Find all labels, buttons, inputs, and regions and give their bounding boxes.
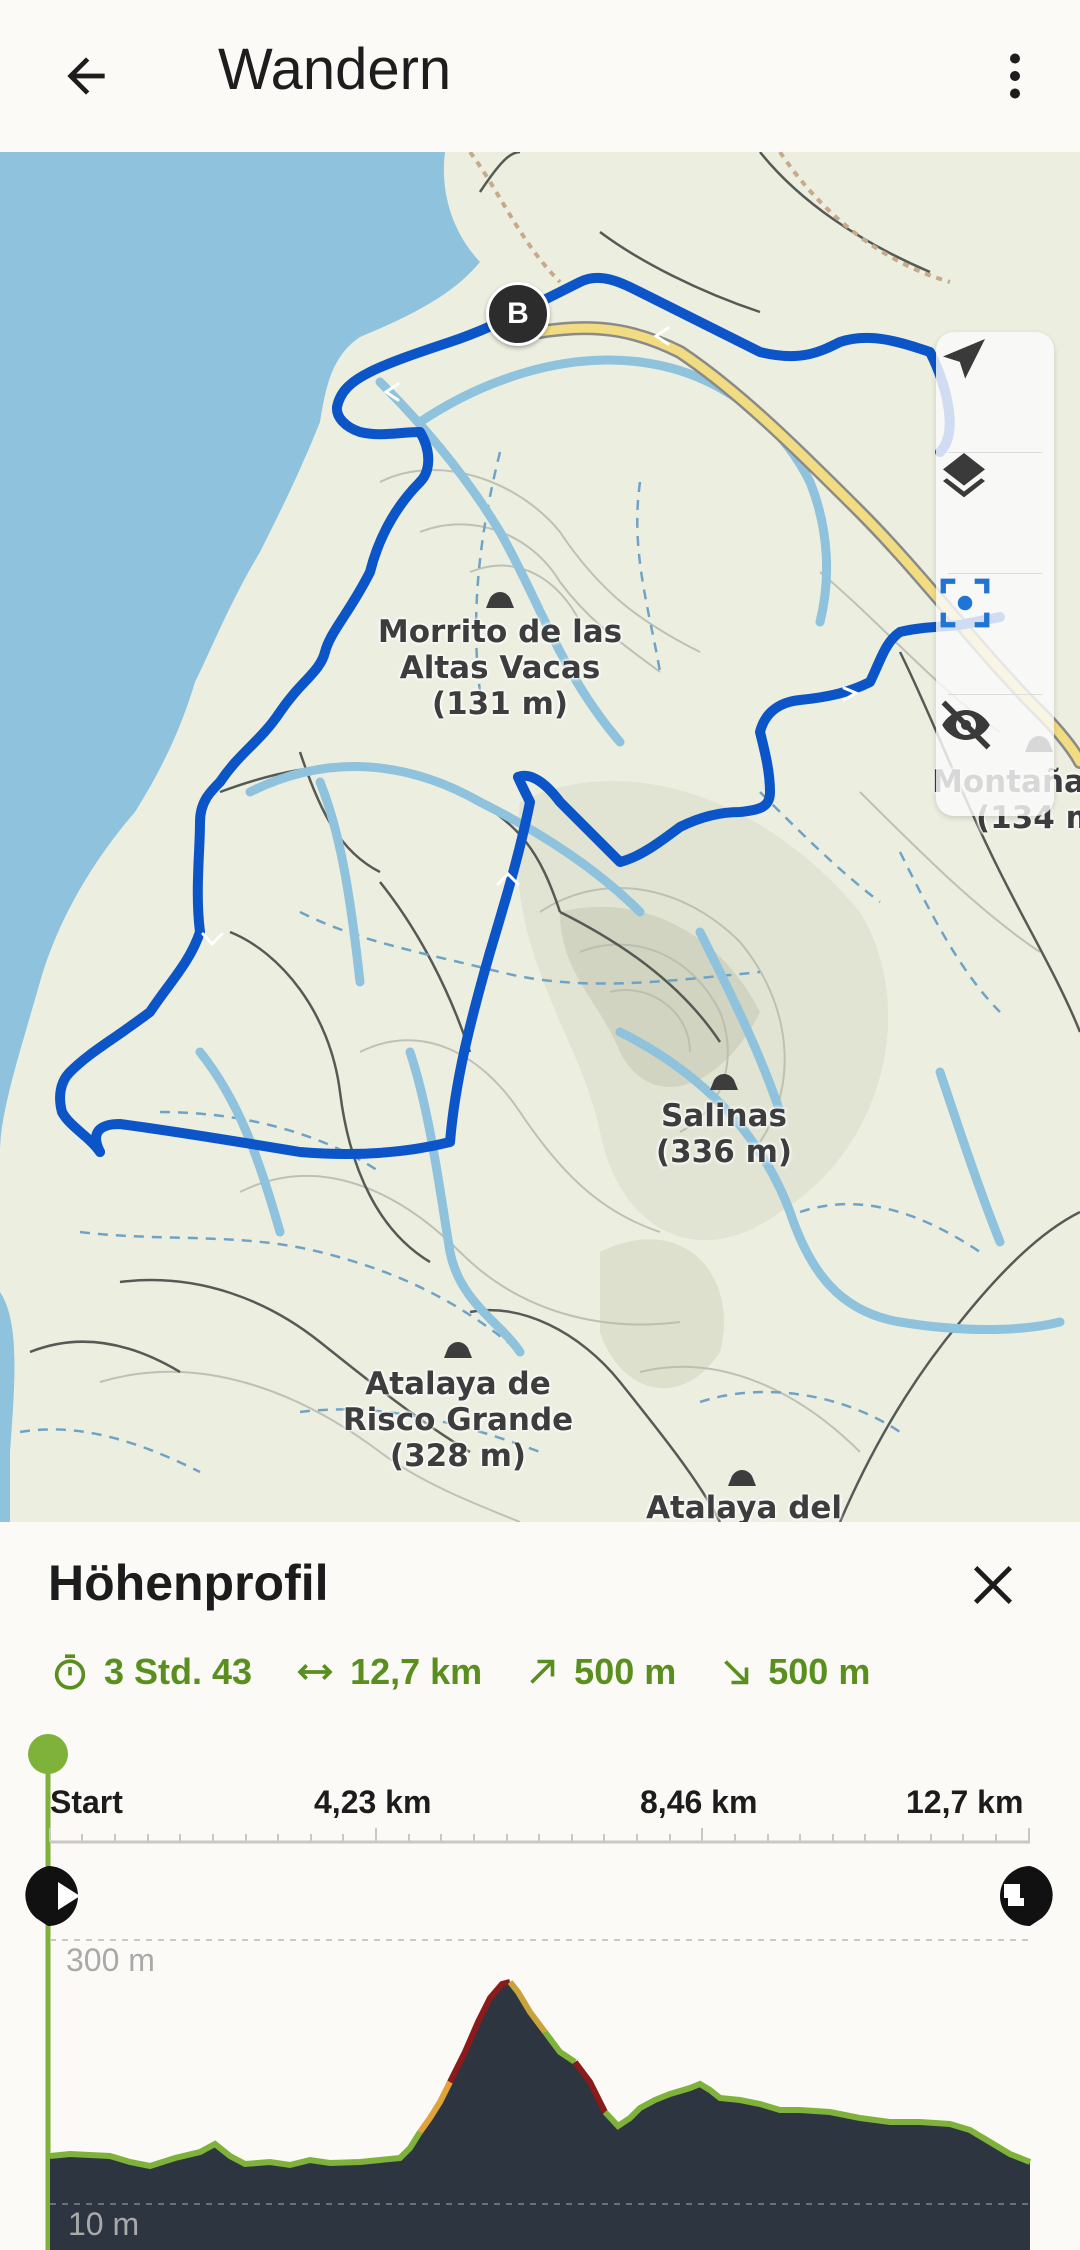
distance-label-2: 8,46 km bbox=[640, 1784, 758, 1820]
more-vert-icon bbox=[1010, 53, 1020, 99]
elevation-max-label: 300 m bbox=[66, 1942, 155, 1978]
waypoint-marker-label: B bbox=[507, 297, 529, 330]
map-controls bbox=[936, 332, 1054, 816]
map-view[interactable]: B Morrito de las Altas Vacas (131 m) Mon… bbox=[0, 152, 1080, 1522]
distance-label-end: 12,7 km bbox=[906, 1784, 1024, 1820]
finish-flag-icon bbox=[1000, 1866, 1053, 1926]
start-flag-icon bbox=[25, 1866, 80, 1926]
navigate-button[interactable] bbox=[936, 332, 1054, 453]
elevation-profile-panel: Höhenprofil 3 Std. 43 12,7 km 500 m 500 … bbox=[0, 1522, 1080, 2250]
waypoint-marker-b[interactable]: B bbox=[486, 282, 550, 346]
visibility-toggle-button[interactable] bbox=[936, 695, 1054, 816]
profile-scrubber[interactable] bbox=[0, 1522, 1080, 2250]
focus-location-button[interactable] bbox=[936, 574, 1054, 695]
map-canvas[interactable] bbox=[0, 152, 1080, 1522]
distance-label-1: 4,23 km bbox=[314, 1784, 432, 1820]
visibility-off-icon bbox=[941, 700, 991, 750]
layers-button[interactable] bbox=[936, 453, 1054, 574]
app-bar: Wandern bbox=[0, 0, 1080, 152]
map-label-atalaya-risco: Atalaya de Risco Grande (328 m) bbox=[342, 1366, 574, 1474]
navigation-arrow-icon bbox=[943, 339, 985, 379]
arrow-back-icon bbox=[67, 57, 105, 95]
more-options-button[interactable] bbox=[980, 38, 1050, 114]
map-label-morrito: Morrito de las Altas Vacas (131 m) bbox=[377, 614, 623, 722]
map-label-atalaya-del: Atalaya del bbox=[645, 1490, 843, 1522]
back-button[interactable] bbox=[48, 38, 124, 114]
layers-icon bbox=[943, 453, 985, 498]
focus-location-icon bbox=[940, 578, 990, 628]
map-label-salinas: Salinas (336 m) bbox=[655, 1098, 793, 1170]
elevation-min-label: 10 m bbox=[68, 2206, 140, 2242]
distance-label-start: Start bbox=[50, 1784, 123, 1820]
page-title: Wandern bbox=[218, 37, 452, 102]
